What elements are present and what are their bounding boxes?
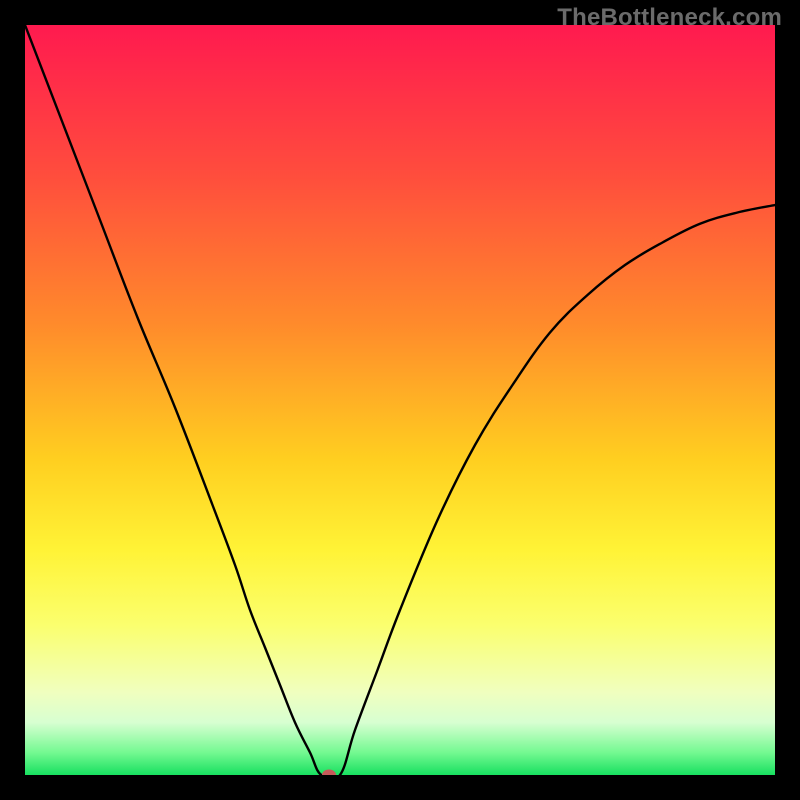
plot-area <box>25 25 775 775</box>
curve-svg <box>25 25 775 775</box>
watermark-text: TheBottleneck.com <box>557 4 782 32</box>
chart-frame: TheBottleneck.com <box>0 0 800 800</box>
minimum-marker-icon <box>322 770 336 776</box>
bottleneck-curve <box>25 25 775 775</box>
